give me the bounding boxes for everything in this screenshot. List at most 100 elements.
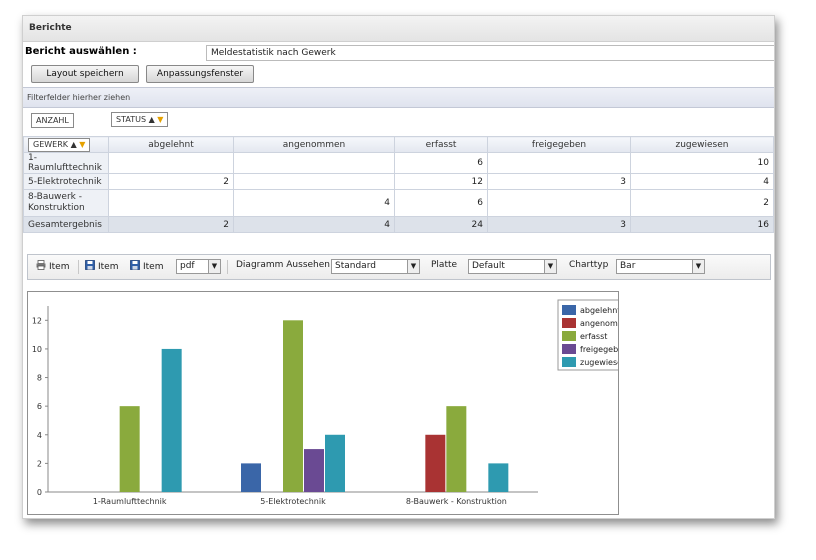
row-header[interactable]: 8-Bauwerk - Konstruktion [23, 189, 109, 217]
report-select-field[interactable]: Meldestatistik nach Gewerk [206, 45, 774, 61]
chart-toolbar: Item Item Item pdf ▼ Diagramm Aussehen St… [27, 254, 771, 280]
column-header[interactable]: abgelehnt [108, 136, 234, 153]
bar-chart: 0 2 4 6 8 10 12 1-Raumlufttechnik 5-Elektrotechn… [32, 299, 636, 506]
report-window: Berichte Bericht auswählen : Meldestatis… [22, 15, 775, 519]
item-label: Item [49, 262, 70, 272]
column-header[interactable]: freigegeben [487, 136, 631, 153]
table-cell [487, 152, 631, 174]
y-tick-label: 0 [37, 488, 42, 497]
column-header[interactable]: angenommen [233, 136, 395, 153]
save-layout-button[interactable]: Layout speichern [31, 65, 139, 83]
table-row: 1-Raumlufttechnik 6 10 [23, 152, 774, 174]
appearance-select[interactable]: Standard ▼ [331, 259, 420, 274]
x-tick-label: 5-Elektrotechnik [260, 497, 326, 506]
legend-swatch [562, 357, 576, 367]
total-cell: 24 [394, 216, 488, 233]
table-cell [233, 173, 395, 190]
export-format-value: pdf [180, 261, 195, 271]
appearance-value: Standard [335, 261, 376, 271]
bar-erfasst [283, 320, 303, 492]
bar-zugewiesen [161, 348, 182, 492]
toolbar-separator [227, 260, 228, 274]
legend-swatch [562, 318, 576, 328]
save-icon [130, 260, 140, 270]
row-header[interactable]: 1-Raumlufttechnik [23, 152, 109, 174]
report-select-row: Bericht auswählen : Meldestatistik nach … [23, 45, 774, 61]
palette-value: Default [472, 261, 505, 271]
report-select-label: Bericht auswählen : [25, 46, 137, 57]
row-field-label: GEWERK [33, 139, 69, 149]
table-cell [108, 189, 234, 217]
table-cell [233, 152, 395, 174]
pivot-header-row: GEWERK ▲ ▼ abgelehnt angenommen erfasst … [23, 136, 774, 153]
table-cell: 3 [487, 173, 631, 190]
total-row: Gesamtergebnis 2 4 24 3 16 [23, 216, 774, 233]
y-tick-label: 2 [37, 459, 42, 468]
chevron-down-icon: ▼ [692, 260, 704, 273]
table-row: 8-Bauwerk - Konstruktion 4 6 2 [23, 189, 774, 217]
item-label: Item [98, 262, 119, 272]
total-cell: 3 [487, 216, 631, 233]
table-row: 5-Elektrotechnik 2 12 3 4 [23, 173, 774, 190]
legend-swatch [562, 331, 576, 341]
y-tick-label: 10 [32, 345, 42, 354]
save-item-button[interactable]: Item [85, 260, 119, 272]
palette-label: Platte [431, 260, 458, 270]
bar-abgelehnt [241, 463, 261, 492]
bar-zugewiesen [488, 463, 509, 492]
column-field-chip[interactable]: STATUS ▲ ▼ [111, 112, 169, 127]
appearance-label: Diagramm Aussehen [236, 260, 330, 270]
total-cell: 16 [630, 216, 774, 233]
table-cell: 4 [630, 173, 774, 190]
legend-label: abgelehnt [580, 306, 618, 315]
print-item-button[interactable]: Item [36, 260, 70, 272]
save-as-item-button[interactable]: Item [130, 260, 164, 272]
row-field-header[interactable]: GEWERK ▲ ▼ [23, 136, 109, 153]
chevron-down-icon: ▼ [407, 260, 419, 273]
y-tick-label: 6 [37, 402, 42, 411]
legend-swatch [562, 344, 576, 354]
export-format-select[interactable]: pdf ▼ [176, 259, 221, 274]
printer-icon [36, 260, 46, 270]
y-tick-label: 4 [37, 431, 42, 440]
filter-drop-area[interactable]: Filterfelder hierher ziehen [23, 87, 774, 108]
table-cell: 10 [630, 152, 774, 174]
x-tick-label: 8-Bauwerk - Konstruktion [406, 497, 507, 506]
table-cell: 6 [394, 189, 488, 217]
column-header[interactable]: erfasst [394, 136, 488, 153]
data-field-label: ANZAHL [36, 116, 69, 125]
button-row: Layout speichern Anpassungsfenster [23, 65, 774, 85]
chevron-down-icon: ▼ [208, 260, 220, 273]
chevron-down-icon: ▼ [544, 260, 556, 273]
bar-zugewiesen [325, 434, 345, 492]
bar-erfasst [446, 406, 467, 492]
palette-select[interactable]: Default ▼ [468, 259, 557, 274]
legend-label: zugewiesen [580, 358, 618, 367]
column-field-label: STATUS [116, 115, 147, 124]
total-cell: 4 [233, 216, 395, 233]
table-cell: 12 [394, 173, 488, 190]
table-cell: 4 [233, 189, 395, 217]
chart-panel: 0 2 4 6 8 10 12 1-Raumlufttechnik 5-Elektrotechn… [27, 291, 636, 515]
pivot-table: GEWERK ▲ ▼ abgelehnt angenommen erfasst … [23, 136, 774, 233]
column-header[interactable]: zugewiesen [630, 136, 774, 153]
legend-label: erfasst [580, 332, 607, 341]
y-tick-label: 12 [32, 316, 42, 325]
legend-label: angenommen [580, 319, 618, 328]
filter-icon: ▼ [157, 115, 164, 124]
row-header[interactable]: 5-Elektrotechnik [23, 173, 109, 190]
item-label: Item [143, 262, 164, 272]
table-cell: 6 [394, 152, 488, 174]
table-cell: 2 [630, 189, 774, 217]
save-icon [85, 260, 95, 270]
row-field-chip[interactable]: GEWERK ▲ ▼ [28, 137, 91, 152]
legend-label: freigegeben [580, 345, 618, 354]
table-cell [487, 189, 631, 217]
charttype-select[interactable]: Bar ▼ [616, 259, 705, 274]
sort-asc-icon: ▲ [70, 139, 77, 149]
data-field-chip[interactable]: ANZAHL [31, 113, 74, 128]
charttype-label: Charttyp [569, 260, 609, 270]
adjust-window-button[interactable]: Anpassungsfenster [146, 65, 254, 83]
charttype-value: Bar [620, 261, 636, 271]
x-tick-label: 1-Raumlufttechnik [93, 497, 167, 506]
